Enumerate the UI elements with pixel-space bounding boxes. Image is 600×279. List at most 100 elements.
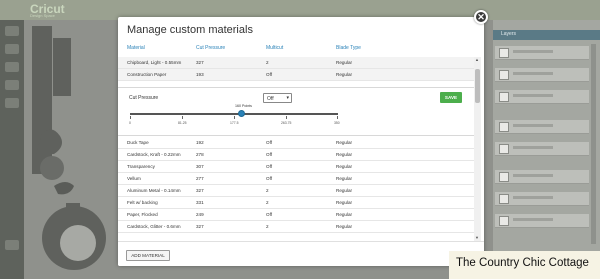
- cell-blade: Regular: [336, 72, 353, 77]
- slider-tick-label: 177.5: [230, 121, 239, 125]
- layers-panel: Layers: [493, 20, 600, 279]
- slider-tick: [337, 116, 338, 119]
- slider-value-label: 160 Points: [235, 104, 252, 108]
- layer-row: [495, 192, 589, 206]
- cell-pressure: 249: [196, 212, 204, 217]
- cell-multicut: 2: [266, 188, 269, 193]
- slider-tick-label: 263.75: [281, 121, 292, 125]
- cell-blade: Regular: [336, 200, 353, 205]
- app-left-toolbar: [0, 20, 24, 279]
- cell-blade: Regular: [336, 176, 353, 181]
- scroll-up-icon[interactable]: ▲: [475, 57, 479, 62]
- multicut-select-value: Off: [267, 96, 274, 102]
- layer-row: [495, 90, 589, 104]
- table-row[interactable]: Cardstock, Glitter - 0.6mm 327 2 Regular: [118, 221, 474, 233]
- multicut-select[interactable]: Off ▾: [263, 93, 292, 103]
- cell-pressure: 327: [196, 60, 204, 65]
- cell-pressure: 277: [196, 176, 204, 181]
- materials-list-bottom: Duck Tape 192 Off Regular Cardstock, Kra…: [118, 137, 474, 233]
- cell-blade: Regular: [336, 188, 353, 193]
- cell-material: Chipboard, Light - 0.55mm: [127, 60, 182, 65]
- cell-pressure: 307: [196, 164, 204, 169]
- layer-row: [495, 170, 589, 184]
- tool-icon: [5, 44, 19, 54]
- tool-icon: [5, 62, 19, 72]
- cell-pressure: 278: [196, 152, 204, 157]
- cell-material: Cardstock, Kraft - 0.22mm: [127, 152, 181, 157]
- cell-material: Aluminum Metal - 0.14mm: [127, 188, 181, 193]
- table-row[interactable]: Construction Paper 193 Off Regular: [118, 69, 474, 81]
- zoom-icon: [5, 240, 19, 250]
- cell-multicut: Off: [266, 164, 273, 169]
- table-row[interactable]: Felt w/ backing 331 2 Regular: [118, 197, 474, 209]
- cell-multicut: 2: [266, 60, 269, 65]
- table-header: Material Cut Pressure Multicut Blade Typ…: [118, 42, 474, 56]
- cut-pressure-label: Cut Pressure: [129, 95, 159, 101]
- table-row[interactable]: Aluminum Metal - 0.14mm 327 2 Regular: [118, 185, 474, 197]
- cell-material: Felt w/ backing: [127, 200, 158, 205]
- close-icon[interactable]: ✕: [474, 10, 488, 24]
- tool-icon: [5, 98, 19, 108]
- column-header-material: Material: [127, 45, 145, 51]
- layers-panel-title: Layers: [501, 31, 517, 37]
- cell-multicut: 2: [266, 200, 269, 205]
- dialog-footer: ADD MATERIAL: [118, 241, 484, 266]
- cell-material: Vellum: [127, 176, 141, 181]
- add-material-button[interactable]: ADD MATERIAL: [126, 250, 170, 261]
- cell-multicut: Off: [266, 212, 273, 217]
- layer-row: [495, 142, 589, 156]
- dialog-title: Manage custom materials: [127, 24, 253, 36]
- cell-blade: Regular: [336, 140, 353, 145]
- slider-tick: [130, 116, 131, 119]
- layer-row: [495, 214, 589, 228]
- slider-handle[interactable]: [238, 110, 245, 117]
- table-row[interactable]: Transparency 307 Off Regular: [118, 161, 474, 173]
- cell-material: Transparency: [127, 164, 155, 169]
- cell-pressure: 192: [196, 140, 204, 145]
- cell-material: Cardstock, Glitter - 0.6mm: [127, 224, 181, 229]
- table-row[interactable]: Paper, Flocked 249 Off Regular: [118, 209, 474, 221]
- cell-multicut: Off: [266, 176, 273, 181]
- cell-pressure: 331: [196, 200, 204, 205]
- cell-material: Construction Paper: [127, 72, 167, 77]
- tool-icon: [5, 26, 19, 36]
- cell-material: Duck Tape: [127, 140, 149, 145]
- layer-row: [495, 46, 589, 60]
- material-edit-panel: Cut Pressure Off ▾ SAVE 160 Points 0 81.…: [118, 87, 474, 136]
- cell-blade: Regular: [336, 224, 353, 229]
- cut-pressure-slider[interactable]: [130, 113, 338, 115]
- cell-material: Paper, Flocked: [127, 212, 158, 217]
- slider-tick-label: 0: [129, 121, 131, 125]
- watermark-text: The Country Chic Cottage: [456, 257, 589, 269]
- scroll-down-icon[interactable]: ▼: [475, 235, 479, 240]
- column-header-cut-pressure: Cut Pressure: [196, 45, 226, 51]
- cell-blade: Regular: [336, 60, 353, 65]
- layers-scrollbar: [591, 44, 596, 244]
- slider-tick: [182, 116, 183, 119]
- watermark: The Country Chic Cottage: [449, 251, 600, 279]
- materials-list-top: Chipboard, Light - 0.55mm 327 2 Regular …: [118, 57, 474, 81]
- cell-blade: Regular: [336, 164, 353, 169]
- chevron-down-icon: ▾: [286, 95, 289, 101]
- cell-pressure: 327: [196, 188, 204, 193]
- cell-multicut: Off: [266, 152, 273, 157]
- cell-multicut: Off: [266, 72, 273, 77]
- slider-tick: [286, 116, 287, 119]
- tool-icon: [5, 80, 19, 90]
- scrollbar-thumb[interactable]: [475, 69, 480, 103]
- layer-row: [495, 68, 589, 82]
- table-row[interactable]: Duck Tape 192 Off Regular: [118, 137, 474, 149]
- table-row[interactable]: Cardstock, Kraft - 0.22mm 278 Off Regula…: [118, 149, 474, 161]
- save-button[interactable]: SAVE: [440, 92, 462, 103]
- column-header-blade-type: Blade Type: [336, 45, 361, 51]
- table-row[interactable]: Chipboard, Light - 0.55mm 327 2 Regular: [118, 57, 474, 69]
- cell-pressure: 327: [196, 224, 204, 229]
- cell-blade: Regular: [336, 212, 353, 217]
- cell-multicut: 2: [266, 224, 269, 229]
- canvas-merry-artwork: [32, 26, 106, 270]
- manage-materials-dialog: Manage custom materials Material Cut Pre…: [118, 17, 484, 266]
- table-row[interactable]: Vellum 277 Off Regular: [118, 173, 474, 185]
- cell-blade: Regular: [336, 152, 353, 157]
- cell-pressure: 193: [196, 72, 204, 77]
- column-header-multicut: Multicut: [266, 45, 284, 51]
